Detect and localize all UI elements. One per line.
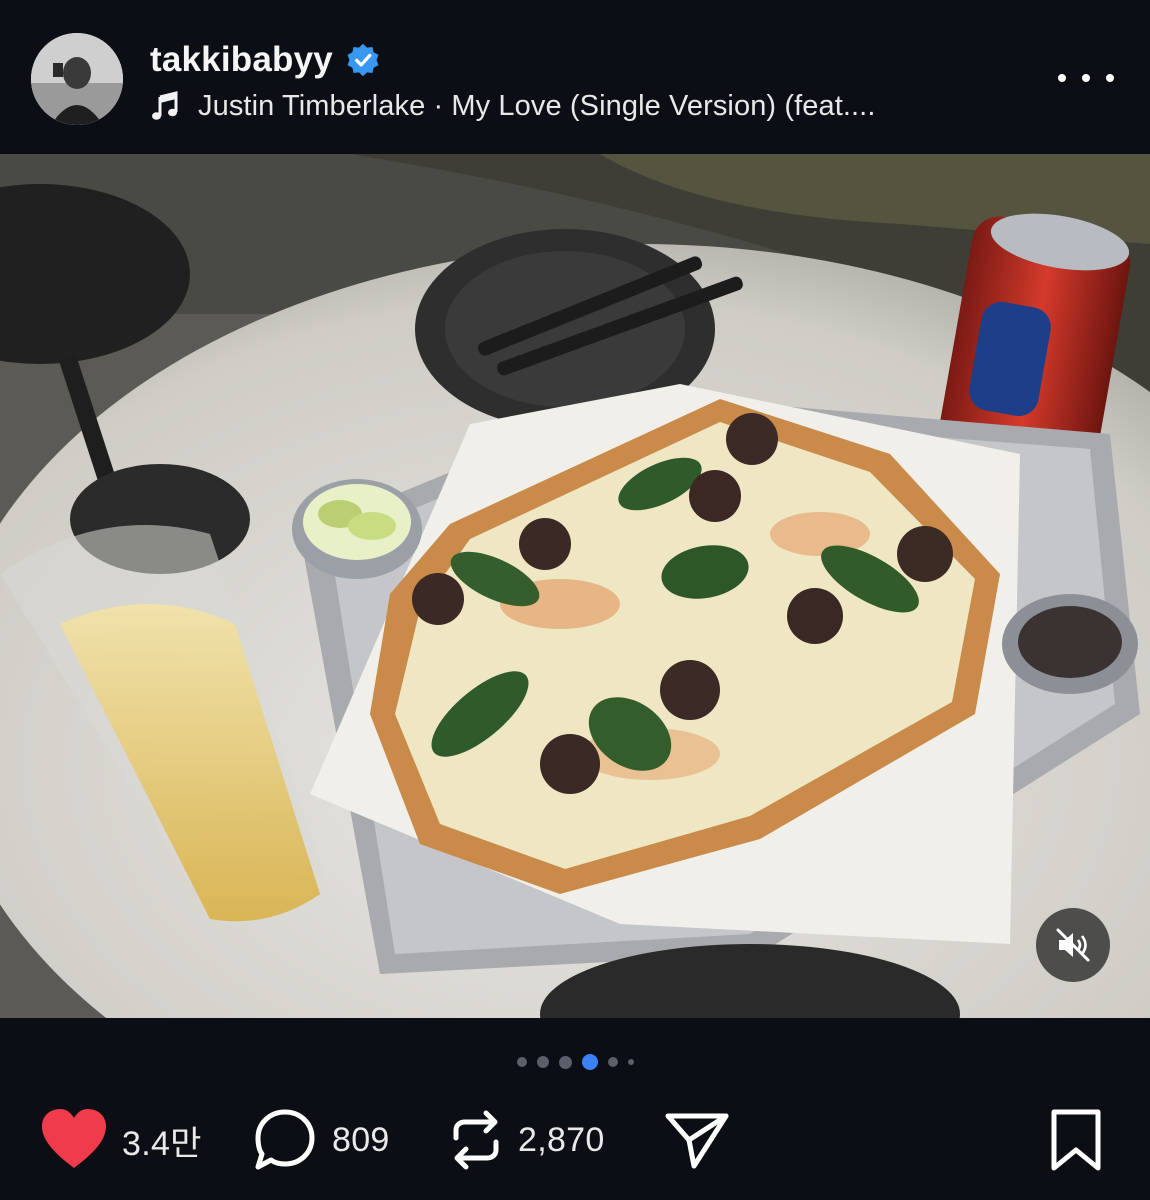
- username[interactable]: takkibabyy: [150, 40, 333, 80]
- music-row[interactable]: Justin Timberlake · My Love (Single Vers…: [150, 84, 876, 128]
- action-bar: 3.4만 809 2,870: [0, 1100, 1150, 1180]
- post-photo[interactable]: [0, 154, 1150, 1018]
- comment-bubble-icon: [255, 1109, 315, 1170]
- bookmark-button[interactable]: [1048, 1100, 1104, 1180]
- heart-icon: [42, 1109, 106, 1168]
- send-icon: [665, 1113, 729, 1169]
- carousel-indicator: [0, 1048, 1150, 1076]
- username-row: takkibabyy: [150, 38, 381, 82]
- comment-count: 809: [332, 1120, 390, 1159]
- speaker-muted-icon: [1056, 928, 1090, 962]
- verified-badge-icon: [347, 43, 379, 77]
- dot-icon: [1106, 74, 1114, 82]
- like-button[interactable]: 3.4만: [40, 1100, 202, 1180]
- music-note-icon: [152, 91, 178, 120]
- avatar[interactable]: [31, 33, 123, 125]
- repost-button[interactable]: 2,870: [448, 1100, 605, 1180]
- avatar-image: [31, 33, 123, 125]
- post-header: takkibabyy Justin Timberlake · My Love (…: [0, 0, 1150, 154]
- pizza-photo: [0, 154, 1150, 1018]
- carousel-dot: [627, 1059, 634, 1065]
- carousel-dot: [516, 1057, 527, 1067]
- music-track: Justin Timberlake · My Love (Single Vers…: [198, 89, 876, 122]
- more-options-button[interactable]: [1058, 60, 1114, 96]
- dot-icon: [1058, 74, 1066, 82]
- carousel-dot: [607, 1057, 618, 1067]
- like-count: 3.4만: [122, 1124, 202, 1163]
- share-button[interactable]: [664, 1100, 730, 1180]
- carousel-dot: [558, 1055, 572, 1069]
- bookmark-icon: [1051, 1109, 1101, 1171]
- carousel-dot-active: [581, 1054, 598, 1070]
- dot-icon: [1082, 74, 1090, 82]
- comment-button[interactable]: 809: [252, 1100, 390, 1180]
- repost-icon: [453, 1110, 499, 1170]
- repost-count: 2,870: [518, 1120, 605, 1159]
- carousel-dot: [536, 1056, 549, 1068]
- mute-button[interactable]: [1036, 908, 1110, 982]
